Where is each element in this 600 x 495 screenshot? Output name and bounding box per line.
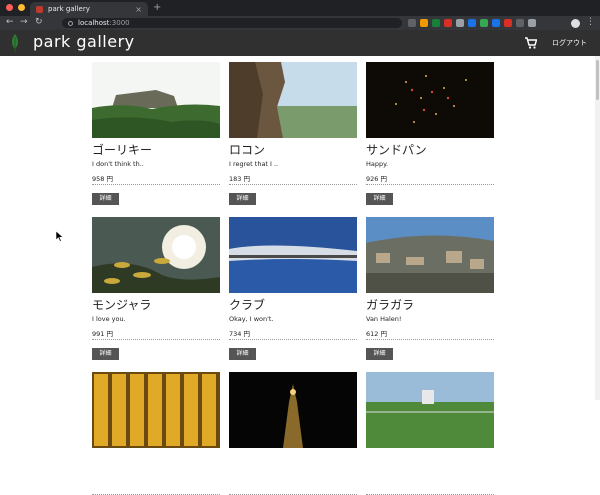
reload-button[interactable]: ↻ [35, 17, 43, 27]
card-image[interactable] [92, 62, 220, 138]
extension-icon[interactable] [480, 19, 488, 27]
card-price: 991 円 [92, 330, 113, 338]
extension-icon[interactable] [492, 19, 500, 27]
close-tab-icon[interactable]: × [135, 5, 142, 14]
detail-button[interactable]: 詳細 [92, 348, 119, 360]
card-description [366, 470, 494, 479]
card-image[interactable] [229, 217, 357, 293]
gallery-card [229, 372, 357, 495]
card-title [366, 451, 494, 467]
gallery-card [92, 372, 220, 495]
browser-tab-bar: park gallery × + [0, 0, 600, 16]
card-title [229, 451, 357, 467]
extension-icon[interactable] [528, 19, 536, 27]
card-price: 926 円 [366, 175, 387, 183]
gallery-card: サンドパン Happy. 926 円詳細 [366, 62, 494, 205]
card-divider [229, 184, 357, 185]
card-divider [366, 339, 494, 340]
scrollbar-thumb[interactable] [596, 60, 599, 100]
gallery-card: モンジャラ I love you. 991 円詳細 [92, 217, 220, 360]
gallery-card: ロコン I regret that I .. 183 円詳細 [229, 62, 357, 205]
card-description [92, 470, 220, 479]
logout-link[interactable]: ログアウト [552, 38, 587, 48]
card-price: 612 円 [366, 330, 387, 338]
card-price: 734 円 [229, 330, 250, 338]
card-image[interactable] [229, 372, 357, 448]
card-description [229, 470, 357, 479]
extension-icon[interactable] [468, 19, 476, 27]
card-divider [229, 339, 357, 340]
card-description: Okay, I won't. [229, 315, 274, 323]
card-price [229, 483, 357, 492]
card-description: I don't think th.. [92, 160, 144, 168]
card-divider [366, 184, 494, 185]
detail-button[interactable]: 詳細 [92, 193, 119, 205]
favicon-icon [36, 5, 43, 13]
info-icon[interactable] [68, 20, 73, 26]
detail-button[interactable]: 詳細 [366, 348, 393, 360]
page-scrollbar[interactable] [595, 56, 600, 400]
tab-title: park gallery [48, 5, 90, 13]
brand-title[interactable]: park gallery [33, 32, 135, 51]
mouse-pointer-icon [56, 231, 64, 242]
browser-menu-icon[interactable]: ⋮ [586, 17, 595, 27]
card-price: 183 円 [229, 175, 250, 183]
gallery-card: ゴーリキー I don't think th.. 958 円詳細 [92, 62, 220, 205]
card-title: モンジャラ [92, 298, 152, 312]
url-host: localhost [78, 19, 110, 27]
card-title: クラブ [229, 298, 266, 312]
card-title [92, 451, 220, 467]
forward-button[interactable]: → [20, 17, 28, 27]
browser-tab[interactable]: park gallery × [30, 2, 148, 16]
card-image[interactable] [366, 62, 494, 138]
gallery-card: クラブ Okay, I won't. 734 円詳細 [229, 217, 357, 360]
card-divider [92, 339, 220, 340]
card-image[interactable] [92, 372, 220, 448]
leaf-icon [12, 34, 18, 52]
extension-icons [408, 19, 536, 27]
minimize-window-button[interactable] [18, 4, 25, 11]
card-image[interactable] [366, 217, 494, 293]
card-image[interactable] [366, 372, 494, 448]
extension-icon[interactable] [420, 19, 428, 27]
extension-icon[interactable] [504, 19, 512, 27]
cart-icon[interactable] [525, 37, 537, 49]
card-description: Happy. [366, 160, 389, 168]
detail-button[interactable]: 詳細 [366, 193, 393, 205]
card-description: Van Halen! [366, 315, 402, 323]
card-divider [92, 184, 220, 185]
gallery-card: ガラガラ Van Halen! 612 円詳細 [366, 217, 494, 360]
extension-icon[interactable] [444, 19, 452, 27]
card-title: ガラガラ [366, 298, 415, 312]
extension-icon[interactable] [516, 19, 524, 27]
card-title: ゴーリキー [92, 143, 153, 157]
card-title: サンドパン [366, 143, 427, 157]
gallery-card [366, 372, 494, 495]
detail-button[interactable]: 詳細 [229, 193, 256, 205]
card-price [366, 483, 494, 492]
card-price: 958 円 [92, 175, 113, 183]
extension-icon[interactable] [432, 19, 440, 27]
new-tab-button[interactable]: + [153, 2, 161, 13]
detail-button[interactable]: 詳細 [229, 348, 256, 360]
card-title: ロコン [229, 143, 266, 157]
extension-icon[interactable] [456, 19, 464, 27]
close-window-button[interactable] [6, 4, 13, 11]
address-bar[interactable]: localhost :3000 [62, 18, 402, 28]
card-description: I regret that I .. [229, 160, 279, 168]
card-image[interactable] [92, 217, 220, 293]
profile-avatar[interactable] [571, 19, 580, 28]
extension-icon[interactable] [408, 19, 416, 27]
browser-toolbar: ← → ↻ localhost :3000 ⋮ [0, 16, 600, 30]
app-header: park gallery ログアウト [0, 30, 600, 56]
back-button[interactable]: ← [6, 17, 14, 27]
card-price [92, 483, 220, 492]
card-image[interactable] [229, 62, 357, 138]
card-description: I love you. [92, 315, 126, 323]
url-port: :3000 [109, 19, 130, 27]
